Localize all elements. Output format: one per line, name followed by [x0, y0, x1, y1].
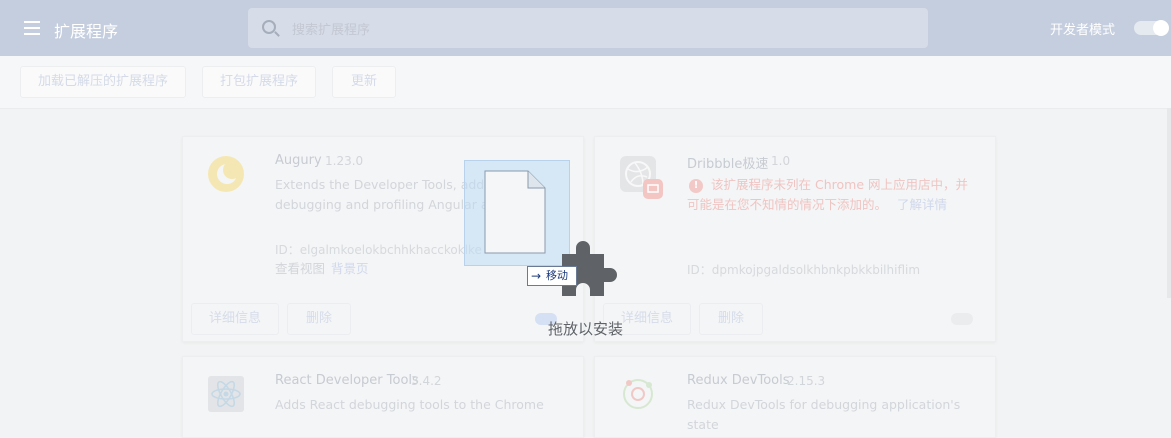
extension-description-line1: Redux DevTools for debugging application… — [687, 397, 961, 432]
search-placeholder: 搜索扩展程序 — [292, 23, 371, 38]
redux-logo-icon — [623, 379, 653, 409]
extension-name: Augury — [275, 153, 322, 168]
react-logo-icon — [208, 376, 244, 412]
extension-description-line1: Adds React debugging tools to the Chrome — [275, 397, 544, 412]
remove-button[interactable]: 删除 — [699, 303, 763, 335]
move-cursor-badge: → 移动 — [527, 266, 577, 286]
extension-card-dribbble: Dribbble极速 1.0 ! 该扩展程序未列在 Chrome 网上应用店中，… — [594, 136, 996, 342]
dev-mode-label: 开发者模式 — [1050, 23, 1116, 38]
remove-button[interactable]: 删除 — [287, 303, 351, 335]
extension-version: 1.23.0 — [325, 154, 364, 168]
dribbble-logo-icon — [620, 156, 663, 199]
arrow-right-icon: → — [531, 269, 542, 283]
extension-name: Redux DevTools — [687, 373, 790, 388]
extension-version: 2.15.3 — [787, 374, 826, 388]
toolbar: 加载已解压的扩展程序 打包扩展程序 更新 — [0, 56, 1171, 109]
drop-to-install-label: 拖放以安装 — [548, 320, 624, 338]
extension-name: Dribbble极速 — [687, 157, 769, 172]
pack-extension-button[interactable]: 打包扩展程序 — [202, 66, 316, 98]
extension-id: ID：elgalmkoelokbchhkhacckoklke — [275, 243, 482, 257]
enable-toggle[interactable] — [951, 313, 973, 325]
search-input[interactable]: 搜索扩展程序 — [248, 8, 928, 48]
background-page-link[interactable]: 背景页 — [331, 259, 369, 279]
search-icon — [262, 20, 276, 34]
dev-mode-toggle-knob[interactable] — [1153, 20, 1169, 36]
scrollbar[interactable] — [1167, 108, 1171, 298]
file-icon — [484, 170, 546, 254]
learn-more-link[interactable]: 了解详情 — [897, 195, 947, 215]
update-button[interactable]: 更新 — [332, 66, 396, 98]
extension-version: 1.0 — [771, 154, 791, 168]
warning-icon: ! — [689, 179, 703, 193]
extension-version: 3.4.2 — [411, 374, 442, 388]
extension-name: React Developer Tools — [275, 373, 419, 388]
warning-text-line2: 可能是在您不知情的情况下添加的。 — [687, 197, 888, 212]
page-title: 扩展程序 — [54, 22, 119, 41]
extension-card-redux: Redux DevTools 2.15.3 Redux DevTools for… — [594, 356, 996, 438]
details-button[interactable]: 详细信息 — [191, 303, 279, 335]
extension-id: ID：dpmkojpgaldsolkhbnkpbkkbilhiflim — [687, 263, 921, 277]
augury-logo-icon — [208, 156, 244, 192]
hamburger-menu-icon[interactable] — [24, 21, 40, 35]
inspect-views-label: 查看视图 — [275, 261, 326, 276]
extension-card-react: React Developer Tools 3.4.2 Adds React d… — [182, 356, 584, 438]
move-label: 移动 — [546, 269, 568, 282]
app-header: 扩展程序 搜索扩展程序 开发者模式 — [0, 0, 1171, 56]
load-unpacked-button[interactable]: 加载已解压的扩展程序 — [20, 66, 186, 98]
warning-text-line1: 该扩展程序未列在 Chrome 网上应用店中，并 — [711, 177, 968, 192]
